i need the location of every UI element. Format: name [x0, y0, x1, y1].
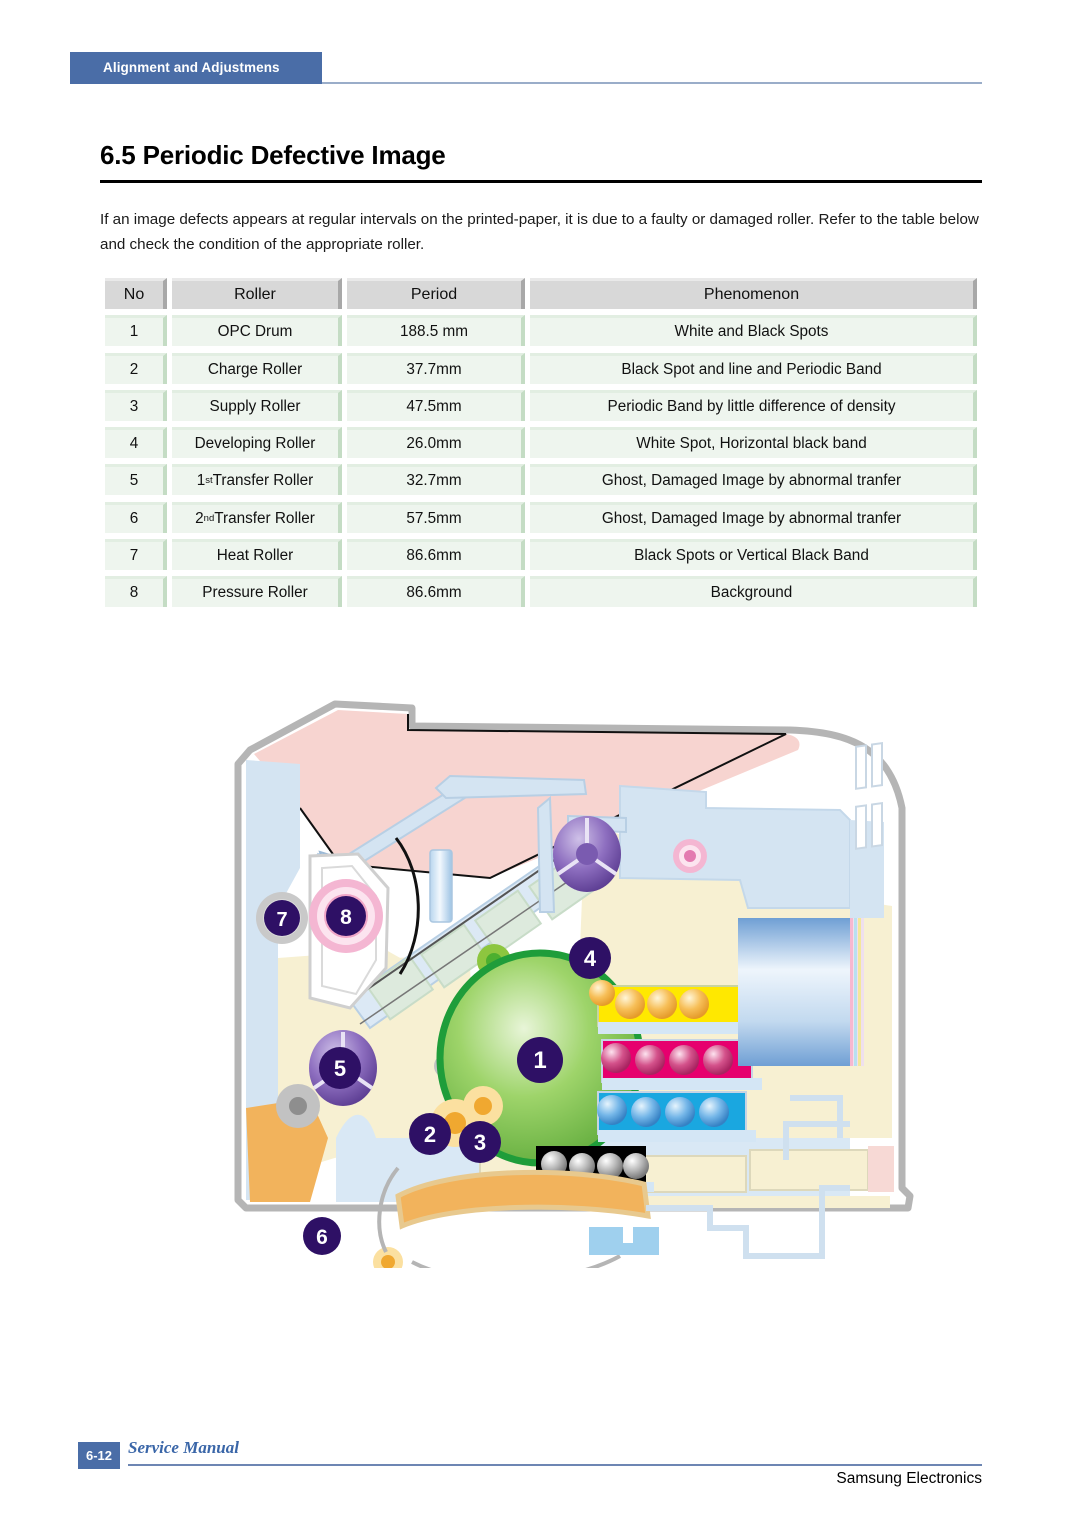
intro-paragraph: If an image defects appears at regular i… [100, 211, 979, 253]
bottom-guide-blue [336, 1114, 376, 1202]
table-row: 5 1st Transfer Roller 32.7mm Ghost, Damaged… [105, 464, 977, 496]
svg-text:4: 4 [584, 946, 597, 971]
svg-text:2: 2 [424, 1122, 436, 1147]
cell-period: 188.5 mm [347, 315, 525, 347]
table-row: 6 2nd Transfer Roller 57.5mm Ghost, Damaged… [105, 501, 977, 533]
roller-name-base: 2 [195, 509, 204, 527]
column-header-roller: Roller [172, 278, 342, 309]
cell-roller: Developing Roller [172, 427, 342, 459]
cell-phenomenon: Black Spots or Vertical Black Band [530, 539, 977, 571]
cell-no: 4 [105, 427, 167, 459]
cell-no: 5 [105, 464, 167, 496]
cell-phenomenon: White and Black Spots [530, 315, 977, 347]
roller-name-base: 1 [196, 472, 206, 490]
cell-phenomenon: Ghost, Damaged Image by abnormal tranfer [530, 464, 977, 496]
cell-no: 3 [105, 389, 167, 421]
cylinder-stripes [850, 918, 861, 1066]
cell-roller: Heat Roller [172, 539, 342, 571]
table-row: 2 Charge Roller 37.7mm Black Spot and line … [105, 352, 977, 384]
page-number-badge: 6-12 [78, 1442, 120, 1469]
svg-text:3: 3 [474, 1130, 486, 1155]
title-divider [100, 180, 982, 183]
callout-6: 6 [303, 1217, 341, 1255]
footer-divider [128, 1464, 982, 1466]
cell-roller: Pressure Roller [172, 576, 342, 608]
large-fuser-cylinder [738, 918, 856, 1066]
cell-phenomenon: Black Spot and line and Periodic Band [530, 352, 977, 384]
idler-roller-core [289, 1097, 307, 1115]
cell-period: 47.5mm [347, 389, 525, 421]
feed-guide-curve-right [411, 1254, 621, 1284]
callout-5: 5 [319, 1047, 361, 1089]
callout-7: 7 [264, 900, 300, 936]
cell-period: 32.7mm [347, 464, 525, 496]
cell-no: 7 [105, 539, 167, 571]
exit-roller-core [684, 850, 696, 862]
page-header: Alignment and Adjustmens [0, 52, 1080, 84]
svg-text:5: 5 [334, 1056, 346, 1081]
toner-cartridge-yellow [589, 980, 758, 1034]
callout-3: 3 [459, 1121, 501, 1163]
developer-shaft [429, 849, 453, 923]
periodic-defective-image-table: No Roller Period Phenomenon 1 OPC Drum 188… [105, 278, 977, 614]
transfer-roller-upper [553, 816, 621, 892]
manual-label: Service Manual [128, 1438, 239, 1457]
printer-cross-section-diagram: 1 2 3 4 5 6 7 8 [150, 668, 990, 1284]
supply-roller-core [474, 1097, 492, 1115]
roller-name-rest: Transfer Roller [214, 509, 315, 527]
duplex-slot [589, 1227, 659, 1255]
bottom-cassette-cream-2 [749, 1149, 869, 1191]
cell-phenomenon: White Spot, Horizontal black band [530, 427, 977, 459]
cell-no: 6 [105, 501, 167, 533]
cell-phenomenon: Periodic Band by little difference of de… [530, 389, 977, 421]
cell-roller: OPC Drum [172, 315, 342, 347]
header-divider [322, 82, 982, 84]
callout-1: 1 [517, 1037, 563, 1083]
table-header-row: No Roller Period Phenomenon [105, 278, 977, 309]
cell-period: 86.6mm [347, 539, 525, 571]
svg-text:7: 7 [276, 909, 287, 931]
pickup-arm-orange [395, 1169, 651, 1230]
column-header-phenomenon: Phenomenon [530, 278, 977, 309]
cell-no: 1 [105, 315, 167, 347]
table-row: 1 OPC Drum 188.5 mm White and Black Spots [105, 315, 977, 347]
brand-label: Samsung Electronics [836, 1470, 982, 1487]
cell-period: 37.7mm [347, 352, 525, 384]
cell-phenomenon: Ghost, Damaged Image by abnormal tranfer [530, 501, 977, 533]
cell-no: 2 [105, 352, 167, 384]
page-footer: 6-12 Service Manual Samsung Electronics [0, 1424, 1080, 1494]
cell-roller: Supply Roller [172, 389, 342, 421]
page-title: 6.5 Periodic Defective Image [100, 140, 446, 170]
toner-cartridge-magenta [601, 1039, 762, 1090]
svg-text:6: 6 [316, 1226, 328, 1249]
table-row: 3 Supply Roller 47.5mm Periodic Band by lit… [105, 389, 977, 421]
table-row: 4 Developing Roller 26.0mm White Spot, Hori… [105, 427, 977, 459]
svg-text:1: 1 [533, 1047, 546, 1074]
table-row: 7 Heat Roller 86.6mm Black Spots or Vertica… [105, 539, 977, 571]
cell-period: 26.0mm [347, 427, 525, 459]
cell-phenomenon: Background [530, 576, 977, 608]
cell-no: 8 [105, 576, 167, 608]
table-row: 8 Pressure Roller 86.6mm Background [105, 576, 977, 608]
cell-roller: 1st Transfer Roller [172, 464, 342, 496]
roller-name-rest: Transfer Roller [212, 472, 314, 490]
callout-4: 4 [569, 937, 611, 979]
cell-roller: Charge Roller [172, 352, 342, 384]
toner-cartridge-cyan [597, 1091, 756, 1142]
cell-period: 57.5mm [347, 501, 525, 533]
header-tab-label: Alignment and Adjustmens [103, 60, 280, 75]
callout-8: 8 [326, 896, 366, 936]
column-header-period: Period [347, 278, 525, 309]
header-tab: Alignment and Adjustmens [70, 52, 322, 84]
bottom-right-pink [868, 1146, 894, 1192]
svg-text:8: 8 [340, 906, 352, 929]
cell-roller: 2nd Transfer Roller [172, 501, 342, 533]
column-header-no: No [105, 278, 167, 309]
callout-2: 2 [409, 1113, 451, 1155]
cell-period: 86.6mm [347, 576, 525, 608]
